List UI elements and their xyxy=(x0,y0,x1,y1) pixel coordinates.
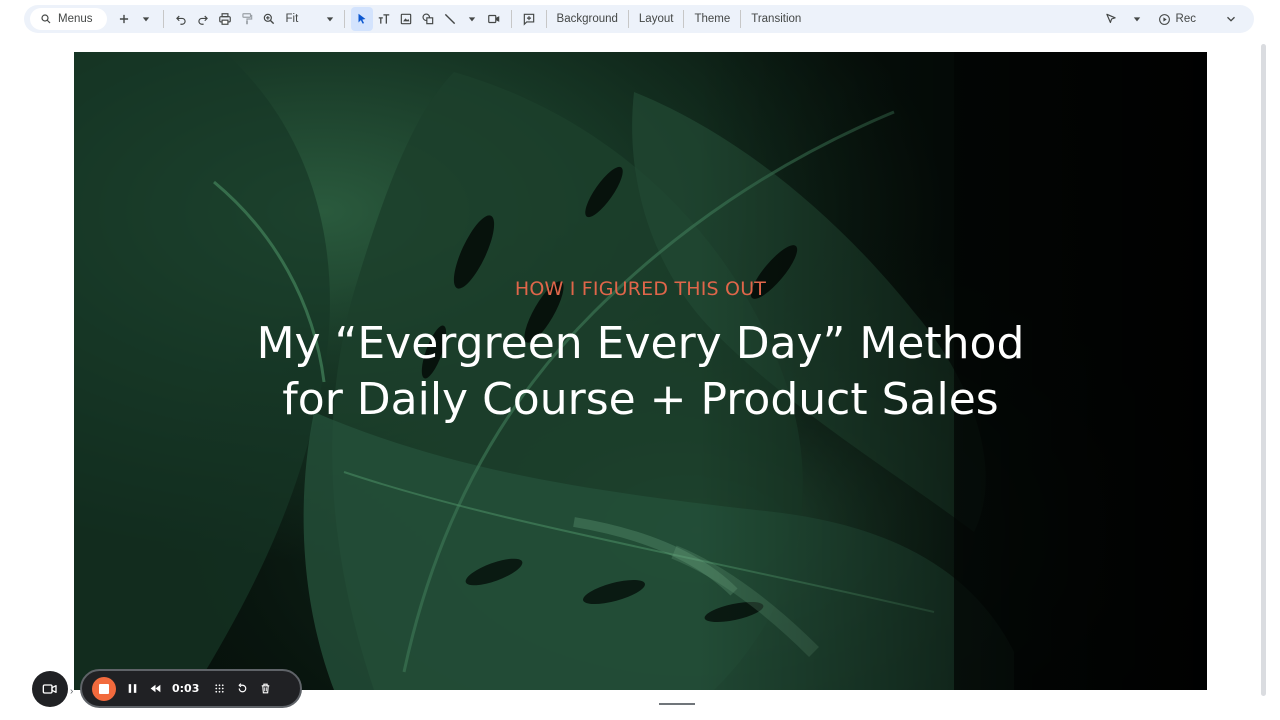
new-slide-dropdown[interactable] xyxy=(135,7,157,31)
paint-format-icon xyxy=(241,13,252,25)
menus-label: Menus xyxy=(58,13,93,25)
insert-video-button[interactable] xyxy=(483,7,505,31)
grid-button[interactable] xyxy=(213,682,226,695)
print-button[interactable] xyxy=(214,7,236,31)
restart-icon xyxy=(238,683,247,693)
caret-down-icon xyxy=(468,17,475,22)
layout-button[interactable]: Layout xyxy=(635,7,678,31)
zoom-value: Fit xyxy=(285,13,299,25)
camera-toggle-button[interactable] xyxy=(32,671,68,707)
recording-controls: 0:03 xyxy=(80,669,302,708)
rewind-icon xyxy=(150,684,161,693)
undo-button[interactable] xyxy=(170,7,192,31)
zoom-icon xyxy=(263,13,274,25)
divider xyxy=(683,10,685,28)
divider xyxy=(510,10,512,28)
pause-button[interactable] xyxy=(126,682,139,695)
restart-button[interactable] xyxy=(236,682,249,695)
plus-icon xyxy=(119,14,128,24)
delete-button[interactable] xyxy=(259,682,272,695)
record-icon xyxy=(1158,13,1170,25)
stop-icon xyxy=(99,683,109,694)
caret-down-icon xyxy=(1133,17,1140,22)
caret-down-icon xyxy=(326,17,333,22)
rec-label: Rec xyxy=(1175,13,1196,25)
rec-button[interactable]: Rec xyxy=(1152,13,1202,26)
search-icon xyxy=(41,14,51,24)
pointer-icon xyxy=(1105,13,1116,24)
collapse-toolbar-button[interactable] xyxy=(1220,7,1242,31)
redo-icon xyxy=(197,15,208,25)
print-icon xyxy=(218,13,231,25)
slide-title-line-2: for Daily Course + Product Sales xyxy=(282,374,999,425)
divider xyxy=(545,10,547,28)
comment-add-icon xyxy=(523,13,534,26)
menus-search[interactable]: Menus xyxy=(30,8,107,30)
image-icon xyxy=(400,13,411,25)
recording-timer: 0:03 xyxy=(172,682,200,695)
shape-button[interactable] xyxy=(417,7,439,31)
chevron-down-icon xyxy=(1227,16,1235,22)
video-camera-icon xyxy=(42,684,57,694)
stop-recording-button[interactable] xyxy=(92,676,116,701)
slide-subtitle[interactable]: HOW I FIGURED THIS OUT xyxy=(74,278,1207,300)
divider xyxy=(343,10,345,28)
divider xyxy=(162,10,164,28)
video-icon xyxy=(487,14,499,24)
redo-button[interactable] xyxy=(192,7,214,31)
speaker-notes-resize-handle[interactable] xyxy=(659,703,695,705)
select-tool-button[interactable] xyxy=(350,7,373,31)
divider xyxy=(627,10,629,28)
expand-arrow-icon[interactable]: › xyxy=(70,686,73,697)
insert-image-button[interactable] xyxy=(395,7,417,31)
divider xyxy=(740,10,742,28)
text-box-icon xyxy=(378,14,389,24)
add-comment-button[interactable] xyxy=(518,7,540,31)
pause-icon xyxy=(128,684,137,693)
shape-icon xyxy=(421,13,433,25)
theme-button[interactable]: Theme xyxy=(690,7,734,31)
line-dropdown[interactable] xyxy=(461,7,483,31)
new-slide-button[interactable] xyxy=(113,7,135,31)
slide-title-line-1: My “Evergreen Every Day” Method xyxy=(256,318,1025,369)
undo-icon xyxy=(175,15,186,25)
trash-icon xyxy=(262,683,270,694)
caret-down-icon xyxy=(142,17,149,22)
line-icon xyxy=(444,13,455,25)
zoom-button[interactable] xyxy=(258,7,280,31)
transition-button[interactable]: Transition xyxy=(747,7,805,31)
zoom-select[interactable]: Fit xyxy=(280,8,338,30)
slide-title[interactable]: My “Evergreen Every Day” Method for Dail… xyxy=(74,316,1207,428)
line-button[interactable] xyxy=(439,7,461,31)
toolbar: Menus Fit Background Layout Theme Transi… xyxy=(24,5,1254,33)
rewind-button[interactable] xyxy=(149,682,162,695)
cursor-icon xyxy=(358,13,366,24)
paint-format-button[interactable] xyxy=(236,7,258,31)
vertical-scrollbar[interactable] xyxy=(1261,44,1266,696)
background-button[interactable]: Background xyxy=(553,7,622,31)
pointer-tool-button[interactable] xyxy=(1100,7,1122,31)
pointer-dropdown[interactable] xyxy=(1126,7,1148,31)
dotted-grid-icon xyxy=(215,684,224,693)
slide-canvas[interactable]: HOW I FIGURED THIS OUT My “Evergreen Eve… xyxy=(74,52,1207,690)
text-box-button[interactable] xyxy=(373,7,395,31)
